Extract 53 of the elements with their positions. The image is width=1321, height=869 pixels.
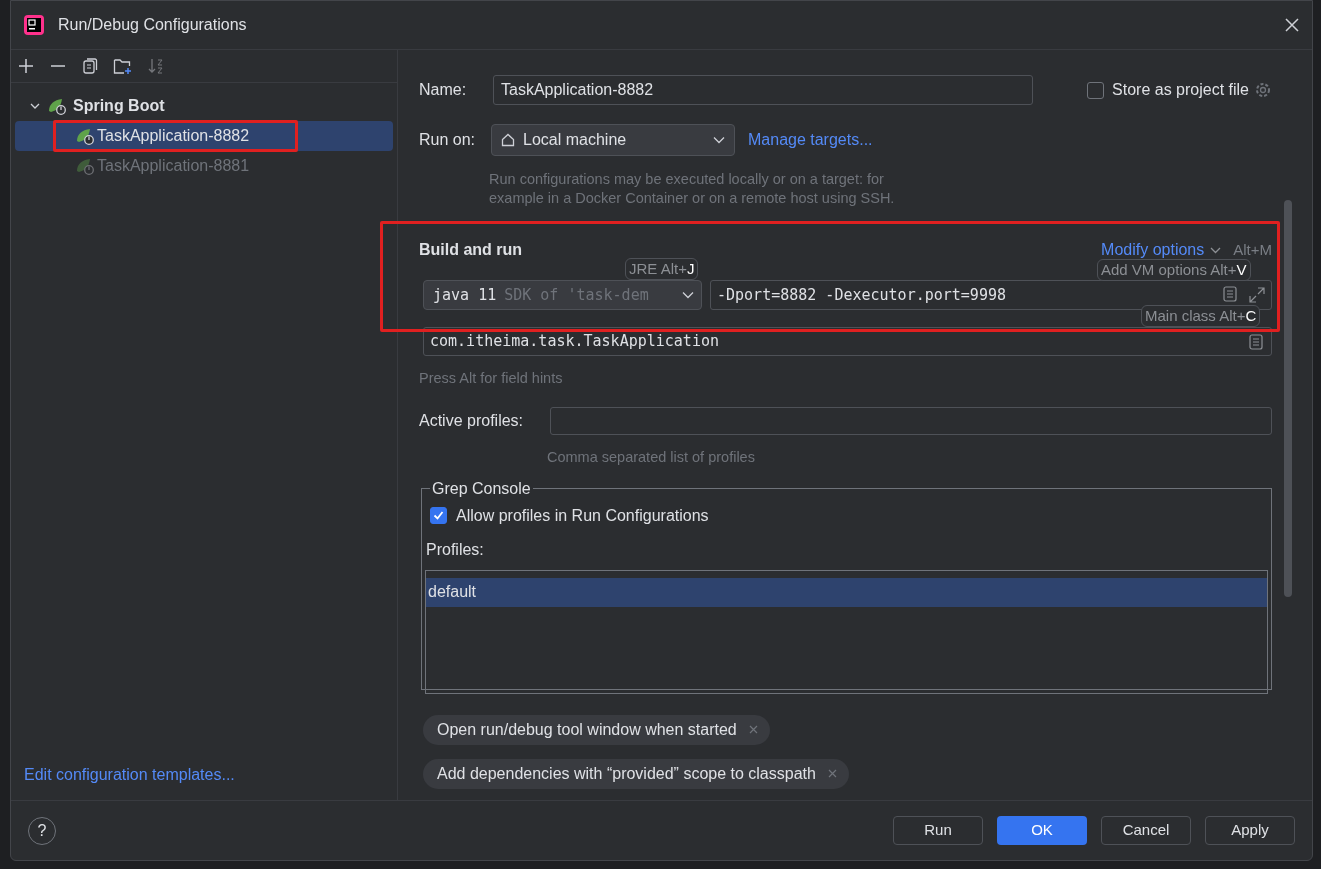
jre-dropdown[interactable]: java 11 SDK of 'task-dem (423, 280, 702, 310)
dialog-button[interactable]: Apply (1205, 816, 1295, 845)
document-icon (1249, 333, 1263, 350)
scrollbar[interactable] (1284, 200, 1292, 597)
help-text: Run configurations may be executed locally or on a target: for example in a Docker Container or on a remote host using SSH. (489, 170, 896, 208)
templates-link[interactable]: Edit configuration templates... (24, 766, 235, 783)
checkbox[interactable] (1087, 81, 1105, 99)
name-label: Name: (419, 80, 468, 100)
help-text: Comma separated list of profiles (547, 447, 756, 467)
hint-text: Press Alt for field hints (419, 369, 564, 388)
checkbox-label[interactable]: Allow profiles in Run Configurations (456, 503, 709, 528)
dialog-button[interactable]: OK (997, 816, 1087, 845)
shortcut-hint: Alt+M (1233, 239, 1272, 260)
spring-boot-icon (75, 157, 95, 175)
add-icon[interactable] (17, 57, 35, 75)
document-icon (1223, 286, 1237, 302)
chevron-down-icon (1210, 246, 1222, 254)
new-folder-icon[interactable] (113, 57, 133, 75)
spring-boot-icon (75, 127, 95, 145)
sort-icon[interactable] (147, 57, 165, 75)
run-on-dropdown[interactable]: Local machine (491, 124, 735, 156)
settings-icon[interactable] (1254, 81, 1272, 99)
list-item[interactable]: default (426, 577, 1267, 607)
tooltip: Main class Alt+C (1141, 305, 1261, 327)
home-icon (501, 133, 515, 147)
chevron-down-icon (682, 291, 694, 299)
window-title: Run/Debug Configurations (58, 15, 247, 35)
dialog-button[interactable]: Run (893, 816, 983, 845)
manage-targets-link[interactable]: Manage targets... (748, 128, 873, 152)
name-field[interactable]: TaskApplication-8882 (493, 75, 1033, 105)
modify-options-link[interactable]: Modify options (1101, 238, 1222, 262)
main-class-field[interactable]: com.itheima.task.TaskApplication (423, 327, 1272, 356)
spring-boot-icon (47, 97, 67, 115)
copy-icon[interactable] (81, 57, 99, 75)
checkbox-label[interactable]: Store as project file (1112, 78, 1249, 102)
check-icon (432, 509, 445, 522)
tree-group-label[interactable]: Spring Boot (73, 94, 165, 118)
profiles-label: Profiles: (426, 539, 485, 560)
tooltip: Add VM options Alt+V (1097, 259, 1251, 281)
checkbox[interactable] (430, 507, 447, 524)
dialog-button[interactable]: Cancel (1101, 816, 1191, 845)
active-profiles-label: Active profiles: (419, 410, 525, 431)
chevron-down-icon (713, 136, 725, 144)
panel-title: Grep Console (431, 478, 532, 499)
option-chip[interactable]: Open run/debug tool window when started (423, 714, 770, 745)
option-chip[interactable]: Add dependencies with “provided” scope to classpath (423, 758, 849, 789)
section-title: Build and run (419, 240, 523, 260)
run-on-label: Run on: (419, 130, 477, 150)
app-logo-icon (24, 15, 44, 35)
active-profiles-field[interactable] (550, 406, 1272, 435)
tooltip: JRE Alt+J (625, 258, 699, 280)
tree-item[interactable]: TaskApplication-8882 (15, 121, 393, 151)
expand-icon[interactable] (1248, 286, 1266, 304)
